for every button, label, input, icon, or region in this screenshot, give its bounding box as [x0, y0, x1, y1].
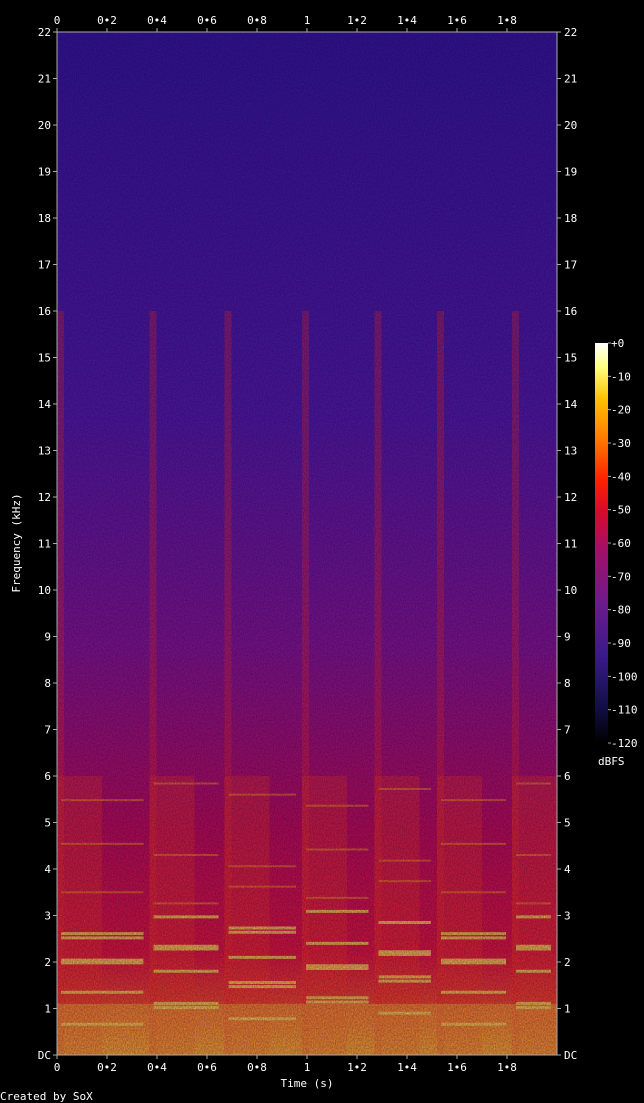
- y-tick-label: 4: [564, 863, 571, 876]
- y-tick-label: 21: [564, 73, 577, 86]
- y-tick-label: 13: [38, 445, 51, 458]
- colorbar-tick-label: -60: [611, 537, 631, 550]
- colorbar-tick-label: -50: [611, 504, 631, 517]
- y-tick-label: 18: [38, 212, 51, 225]
- y-ticks-right: DC12345678910111213141516171819202122: [557, 26, 578, 1062]
- noise-texture: [57, 32, 557, 1055]
- colorbar: [595, 343, 608, 743]
- y-tick-label: 7: [44, 724, 51, 737]
- x-tick-label: 1•8: [497, 14, 517, 27]
- y-axis-label: Frequency (kHz): [10, 493, 23, 592]
- y-tick-label: 2: [44, 956, 51, 969]
- y-ticks-left: DC12345678910111213141516171819202122: [38, 26, 57, 1062]
- y-tick-label: 3: [564, 910, 571, 923]
- y-tick-label: 15: [564, 352, 577, 365]
- x-tick-label: 0•4: [147, 1061, 167, 1074]
- colorbar-tick-label: -70: [611, 570, 631, 583]
- y-tick-label: 10: [564, 584, 577, 597]
- y-tick-label: 9: [44, 631, 51, 644]
- x-tick-label: 0•8: [247, 14, 267, 27]
- y-tick-label: 14: [38, 398, 52, 411]
- y-tick-label: 6: [564, 770, 571, 783]
- y-tick-label: 19: [38, 166, 51, 179]
- x-tick-label: 0•2: [97, 1061, 117, 1074]
- x-axis-label: Time (s): [281, 1077, 334, 1090]
- y-tick-label: DC: [38, 1049, 51, 1062]
- colorbar-tick-label: -10: [611, 370, 631, 383]
- y-tick-label: 13: [564, 445, 577, 458]
- x-tick-label: 0•2: [97, 14, 117, 27]
- y-tick-label: 17: [564, 259, 577, 272]
- y-tick-label: 9: [564, 631, 571, 644]
- y-tick-label: 1: [564, 1003, 571, 1016]
- y-tick-label: 12: [38, 491, 51, 504]
- y-tick-label: 1: [44, 1003, 51, 1016]
- x-ticks-bottom: 0 0•2 0•4 0•6 0•8 1 1•2 1•4 1•6 1•8: [54, 1055, 517, 1074]
- y-tick-label: 12: [564, 491, 577, 504]
- y-tick-label: 5: [564, 817, 571, 830]
- y-tick-label: 14: [564, 398, 578, 411]
- colorbar-label: dBFS: [598, 755, 625, 768]
- y-tick-label: 16: [564, 305, 577, 318]
- x-tick-label: 1: [304, 14, 311, 27]
- x-tick-label: 0•6: [197, 14, 217, 27]
- x-tick-label: 0: [54, 1061, 61, 1074]
- y-tick-label: 10: [38, 584, 51, 597]
- colorbar-tick-label: -110: [611, 704, 638, 717]
- y-tick-label: 21: [38, 73, 51, 86]
- y-tick-label: 5: [44, 817, 51, 830]
- colorbar-tick-label: -120: [611, 737, 638, 750]
- colorbar-tick-label: -80: [611, 604, 631, 617]
- plot-area: [57, 32, 557, 1055]
- x-tick-label: 1•2: [347, 1061, 367, 1074]
- x-tick-label: 0•4: [147, 14, 167, 27]
- y-tick-label: 2: [564, 956, 571, 969]
- colorbar-tick-label: -40: [611, 470, 631, 483]
- y-tick-label: 7: [564, 724, 571, 737]
- y-tick-label: 19: [564, 166, 577, 179]
- x-ticks-top: 0 0•2 0•4 0•6 0•8 1 1•2 1•4 1•6 1•8: [54, 14, 517, 32]
- x-tick-label: 1•4: [397, 1061, 417, 1074]
- y-tick-label: 17: [38, 259, 51, 272]
- x-tick-label: 1: [304, 1061, 311, 1074]
- y-tick-label: 6: [44, 770, 51, 783]
- y-tick-label: 4: [44, 863, 51, 876]
- x-tick-label: 0: [54, 14, 61, 27]
- y-tick-label: 8: [564, 677, 571, 690]
- footer-credit: Created by SoX: [0, 1090, 93, 1103]
- y-tick-label: 20: [564, 119, 577, 132]
- colorbar-tick-label: -100: [611, 670, 638, 683]
- y-tick-label: 3: [44, 910, 51, 923]
- y-tick-label: 22: [564, 26, 577, 39]
- x-tick-label: 1•8: [497, 1061, 517, 1074]
- y-tick-label: DC: [564, 1049, 577, 1062]
- x-tick-label: 0•6: [197, 1061, 217, 1074]
- y-tick-label: 20: [38, 119, 51, 132]
- y-tick-label: 16: [38, 305, 51, 318]
- y-tick-label: 11: [564, 538, 577, 551]
- colorbar-tick-label: -20: [611, 404, 631, 417]
- y-tick-label: 22: [38, 26, 51, 39]
- spectrogram-chart: 0 0•2 0•4 0•6 0•8 1 1•2 1•4 1•6 1•8 0 0•2 0•4 0•6 0•8…: [0, 14, 638, 1103]
- x-tick-label: 1•4: [397, 14, 417, 27]
- colorbar-tick-label: -90: [611, 637, 631, 650]
- x-tick-label: 1•2: [347, 14, 367, 27]
- y-tick-label: 11: [38, 538, 51, 551]
- y-tick-label: 8: [44, 677, 51, 690]
- colorbar-ticks: +0 -10 -20 -30 -40 -50 -60 -70 -80 -90 -100 -110 -12…: [608, 337, 638, 750]
- x-tick-label: 1•6: [447, 14, 467, 27]
- colorbar-tick-label: -30: [611, 437, 631, 450]
- x-tick-label: 1•6: [447, 1061, 467, 1074]
- y-tick-label: 15: [38, 352, 51, 365]
- x-tick-label: 0•8: [247, 1061, 267, 1074]
- y-tick-label: 18: [564, 212, 577, 225]
- colorbar-tick-label: +0: [611, 337, 624, 350]
